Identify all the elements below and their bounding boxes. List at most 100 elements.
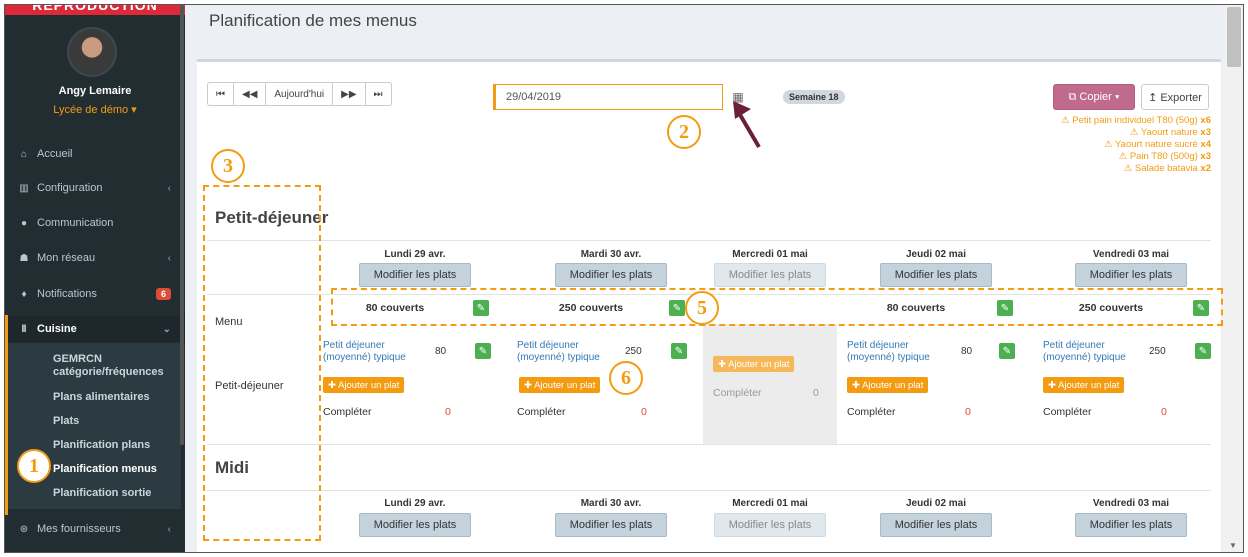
dish-link-friday[interactable]: Petit déjeuner (moyenné) typique <box>1043 340 1133 364</box>
day-header-wednesday: Mercredi 01 mai <box>732 498 808 509</box>
chevron-left-icon: ‹ <box>167 252 171 264</box>
submenu-item-gemrcn[interactable]: GEMRCN catégorie/fréquences <box>53 353 173 379</box>
page-title: Planification de mes menus <box>209 11 417 30</box>
dish-link-thursday[interactable]: Petit déjeuner (moyenné) typique <box>847 340 937 364</box>
bell-icon: ♦ <box>21 288 27 300</box>
main-content: Planification de mes menus ⏮ ◀◀ Aujourd'… <box>185 5 1223 552</box>
dish-quantity-monday: 80 <box>435 346 447 357</box>
users-icon: ☗ <box>19 252 29 264</box>
complete-label-wednesday: Compléter <box>713 387 762 399</box>
add-dish-button-wednesday[interactable]: ✚ Ajouter un plat <box>713 356 795 372</box>
scroll-down-icon[interactable]: ▼ <box>1229 541 1237 550</box>
user-name: Angy Lemaire <box>58 85 132 97</box>
sidebar-item-accueil[interactable]: ⌂ Accueil <box>5 141 185 167</box>
edit-icon[interactable]: ✎ <box>1195 343 1211 359</box>
warning-item: ⚠ Pain T80 (500g) x3 <box>1118 151 1211 162</box>
chevron-left-icon: ‹ <box>167 523 171 535</box>
sidebar-item-notifications[interactable]: ♦ Notifications 6 <box>5 281 185 307</box>
add-dish-button-monday[interactable]: ✚ Ajouter un plat <box>323 377 405 393</box>
avatar[interactable] <box>67 27 117 77</box>
complete-label-friday: Compléter <box>1043 406 1092 418</box>
sidebar-item-cuisine[interactable]: ‖ Cuisine ⌄ <box>5 316 185 342</box>
previous-week-button[interactable]: ◀◀ <box>234 82 267 106</box>
submenu-item-planification-sortie[interactable]: Planification sortie <box>53 487 151 500</box>
home-icon: ⌂ <box>20 148 28 160</box>
annotation-marker-1: 1 <box>17 449 51 483</box>
active-section-indicator <box>5 315 8 515</box>
day-header-friday: Vendredi 03 mai <box>1092 249 1170 260</box>
edit-icon[interactable]: ✎ <box>999 343 1015 359</box>
complete-label-monday: Compléter <box>323 406 372 418</box>
chat-icon: ● <box>20 217 28 229</box>
first-week-button[interactable]: ⏮ <box>207 82 234 106</box>
edit-icon[interactable]: ✎ <box>475 343 491 359</box>
day-header-thursday: Jeudi 02 mai <box>905 498 967 509</box>
school-selector[interactable]: Lycée de démo ▾ <box>5 103 185 116</box>
copy-button[interactable]: ⧉ Copier ▾ <box>1053 84 1135 110</box>
modify-dishes-button-wednesday[interactable]: Modifier les plats <box>714 263 826 287</box>
supplier-icon: ⊛ <box>19 523 29 535</box>
warning-item: ⚠ Petit pain individuel T80 (50g) x6 <box>1061 115 1211 126</box>
date-navigation: ⏮ ◀◀ Aujourd'hui ▶▶ ⏭ <box>207 82 392 106</box>
divider <box>207 444 1211 445</box>
modify-dishes-button-thursday[interactable]: Modifier les plats <box>880 513 992 537</box>
dish-link-monday[interactable]: Petit déjeuner (moyenné) typique <box>323 340 413 364</box>
add-dish-button-tuesday[interactable]: ✚ Ajouter un plat <box>519 377 601 393</box>
date-input[interactable] <box>493 84 723 110</box>
modify-dishes-button-friday[interactable]: Modifier les plats <box>1075 263 1187 287</box>
stock-warnings: ⚠ Petit pain individuel T80 (50g) x6 ⚠ Y… <box>1061 115 1211 175</box>
add-dish-button-thursday[interactable]: ✚ Ajouter un plat <box>847 377 929 393</box>
annotation-arrow-icon <box>733 101 761 149</box>
modify-dishes-button-monday[interactable]: Modifier les plats <box>359 513 471 537</box>
annotation-covers-row-box <box>331 288 1223 326</box>
complete-count-wednesday: 0 <box>813 387 819 399</box>
modify-dishes-button-wednesday[interactable]: Modifier les plats <box>714 513 826 537</box>
scrollbar-thumb[interactable] <box>1227 7 1241 67</box>
next-week-button[interactable]: ▶▶ <box>333 82 366 106</box>
add-dish-button-friday[interactable]: ✚ Ajouter un plat <box>1043 377 1125 393</box>
notification-count-badge: 6 <box>155 288 171 300</box>
modify-dishes-button-friday[interactable]: Modifier les plats <box>1075 513 1187 537</box>
dish-quantity-tuesday: 250 <box>625 346 642 357</box>
reproduction-ribbon: REPRODUCTION <box>5 5 185 15</box>
submenu-item-plats[interactable]: Plats <box>53 415 79 428</box>
cutlery-icon: ‖ <box>21 323 27 335</box>
modify-dishes-button-thursday[interactable]: Modifier les plats <box>880 263 992 287</box>
sidebar-item-communication[interactable]: ● Communication <box>5 210 185 236</box>
day-header-friday: Vendredi 03 mai <box>1092 498 1170 509</box>
sidebar-item-label: Accueil <box>37 148 73 160</box>
day-header-monday: Lundi 29 avr. <box>384 498 446 509</box>
submenu-item-planification-plans[interactable]: Planification plans <box>53 439 150 452</box>
annotation-marker-5: 5 <box>685 291 719 325</box>
annotation-marker-3: 3 <box>211 149 245 183</box>
bank-icon: ▥ <box>19 182 29 194</box>
page-scrollbar[interactable]: ▼ <box>1223 5 1243 552</box>
last-week-button[interactable]: ⏭ <box>365 82 392 106</box>
modify-dishes-button-tuesday[interactable]: Modifier les plats <box>555 263 667 287</box>
week-badge: Semaine 18 <box>783 90 845 104</box>
app-window: REPRODUCTION Angy Lemaire Lycée de démo … <box>4 4 1244 553</box>
chevron-left-icon: ‹ <box>167 182 171 194</box>
sidebar-item-configuration[interactable]: ▥ Configuration ‹ <box>5 175 185 201</box>
dish-quantity-friday: 250 <box>1149 346 1166 357</box>
day-header-wednesday: Mercredi 01 mai <box>732 249 808 260</box>
sidebar-item-mes-fournisseurs[interactable]: ⊛ Mes fournisseurs ‹ <box>5 516 185 542</box>
modify-dishes-button-monday[interactable]: Modifier les plats <box>359 263 471 287</box>
sidebar-item-label: Cuisine <box>37 323 77 335</box>
chevron-down-icon: ⌄ <box>162 323 171 335</box>
complete-count-monday: 0 <box>445 406 451 418</box>
sidebar-item-mon-reseau[interactable]: ☗ Mon réseau ‹ <box>5 245 185 271</box>
day-header-thursday: Jeudi 02 mai <box>905 249 967 260</box>
modify-dishes-button-tuesday[interactable]: Modifier les plats <box>555 513 667 537</box>
dish-link-tuesday[interactable]: Petit déjeuner (moyenné) typique <box>517 340 607 364</box>
annotation-marker-2: 2 <box>667 115 701 149</box>
submenu-item-planification-menus[interactable]: Planification menus <box>53 463 157 476</box>
today-button[interactable]: Aujourd'hui <box>266 82 334 106</box>
divider <box>207 240 1211 241</box>
complete-label-tuesday: Compléter <box>517 406 566 418</box>
day-header-tuesday: Mardi 30 avr. <box>580 498 642 509</box>
sidebar-scrollbar[interactable] <box>180 5 184 445</box>
submenu-item-plans-alimentaires[interactable]: Plans alimentaires <box>53 391 150 404</box>
edit-icon[interactable]: ✎ <box>671 343 687 359</box>
export-button[interactable]: ↥ Exporter <box>1141 84 1209 110</box>
